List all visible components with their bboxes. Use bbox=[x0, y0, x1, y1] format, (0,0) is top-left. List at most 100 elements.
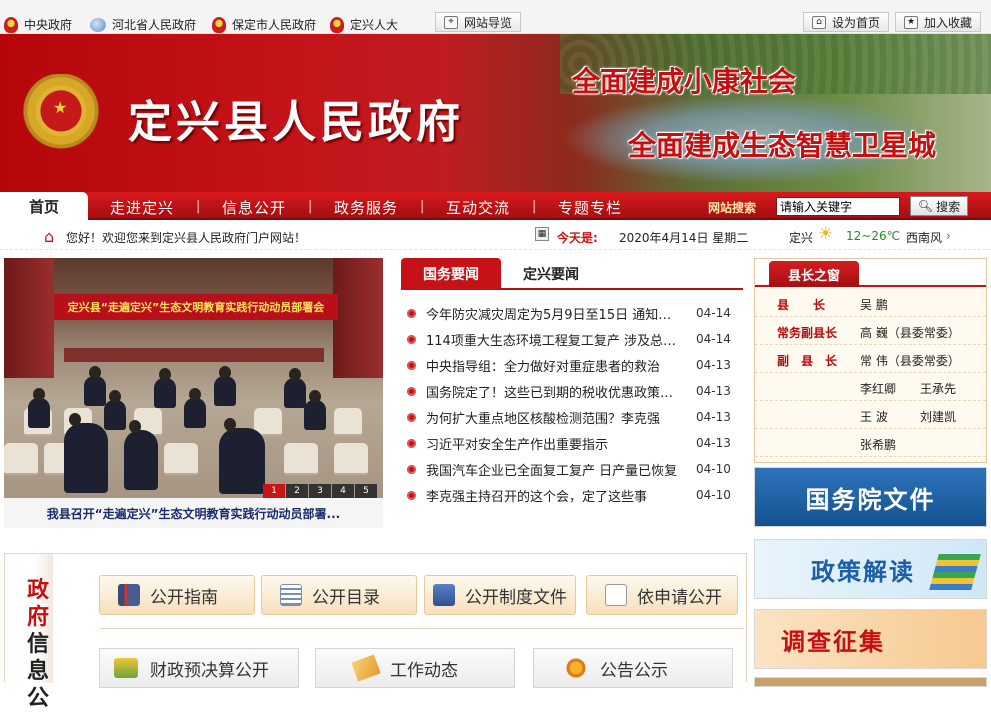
map-icon: ⌖ bbox=[444, 15, 458, 29]
news-item[interactable]: 中央指导组：全力做好对重症患者的救治 04-13 bbox=[401, 352, 743, 378]
leader-name[interactable]: 吴 鹏 bbox=[860, 296, 888, 313]
weather-wind: 西南风 bbox=[906, 231, 943, 245]
news-date: 04-13 bbox=[696, 410, 731, 424]
open-rules-button[interactable]: 公开制度文件 bbox=[424, 575, 576, 615]
open-catalog-button[interactable]: 公开目录 bbox=[261, 575, 417, 615]
bullet-icon bbox=[407, 334, 416, 344]
open-guide-button[interactable]: 公开指南 bbox=[99, 575, 255, 615]
site-map-button[interactable]: ⌖ 网站导览 bbox=[435, 12, 522, 32]
policy-interpretation-banner[interactable]: 政策解读 bbox=[754, 539, 987, 599]
leader-role: 常务副县长 bbox=[777, 326, 838, 340]
top-link-hebei-gov[interactable]: 河北省人民政府 bbox=[90, 16, 196, 33]
news-date: 04-10 bbox=[696, 488, 731, 502]
welcome-bar: ⌂ 您好！欢迎您来到定兴县人民政府门户网站！ ▦ 今天是: 2020年4月14日… bbox=[0, 222, 991, 250]
slide-page-5[interactable]: 5 bbox=[355, 484, 377, 498]
bookmark-icon: ★ bbox=[904, 15, 918, 29]
news-date: 04-13 bbox=[696, 384, 731, 398]
bullet-icon bbox=[407, 386, 416, 396]
home-icon: ⌂ bbox=[44, 227, 55, 246]
bullet-icon bbox=[407, 438, 416, 448]
search-button[interactable]: 🔍︎ 搜索 bbox=[910, 196, 968, 216]
leader-role: 县 长 bbox=[777, 298, 826, 312]
news-title[interactable]: 为何扩大重点地区核酸检测范围？李克强 bbox=[426, 408, 682, 427]
news-date: 04-13 bbox=[696, 358, 731, 372]
home-icon: ⌂ bbox=[812, 15, 826, 29]
nav-item-topics[interactable]: 专题专栏 bbox=[558, 197, 622, 218]
survey-banner[interactable]: 调查征集 bbox=[754, 609, 987, 669]
set-home-button[interactable]: ⌂ 设为首页 bbox=[803, 12, 890, 32]
weather-more-icon[interactable]: › bbox=[946, 229, 951, 243]
add-favorite-button[interactable]: ★ 加入收藏 bbox=[895, 12, 982, 32]
announcements-button[interactable]: 公告公示 bbox=[533, 648, 733, 688]
leader-name[interactable]: 王 波 bbox=[860, 408, 888, 425]
nav-item-info-open[interactable]: 信息公开 bbox=[222, 197, 286, 218]
news-item[interactable]: 今年防灾减灾周定为5月9日至15日 通知要求 04-14 bbox=[401, 300, 743, 326]
budget-disclosure-button[interactable]: 财政预决算公开 bbox=[99, 648, 299, 688]
state-council-docs-banner[interactable]: 国务院文件 bbox=[754, 467, 987, 527]
top-link-baoding-gov[interactable]: 保定市人民政府 bbox=[212, 16, 316, 33]
news-item[interactable]: 114项重大生态环境工程复工复产 涉及总投资 04-14 bbox=[401, 326, 743, 352]
main-nav: 首页 走进定兴 | 信息公开 | 政务服务 | 互动交流 | 专题专栏 网站搜索… bbox=[0, 192, 991, 220]
top-link-central-gov[interactable]: 中央政府 bbox=[4, 16, 72, 33]
leader-row: 王 波 刘建凯 bbox=[755, 401, 986, 429]
national-emblem-icon bbox=[330, 16, 344, 33]
welcome-text: 您好！欢迎您来到定兴县人民政府门户网站！ bbox=[66, 231, 307, 245]
weather-temp: 12~26℃ bbox=[846, 229, 901, 243]
slide-page-2[interactable]: 2 bbox=[286, 484, 308, 498]
leader-row: 张希鹏 bbox=[755, 429, 986, 457]
globe-icon bbox=[90, 17, 106, 32]
leader-name[interactable]: 王承先 bbox=[920, 380, 956, 397]
search-icon: 🔍︎ bbox=[917, 199, 934, 213]
news-title[interactable]: 今年防灾减灾周定为5月9日至15日 通知要求 bbox=[426, 304, 682, 323]
tab-dingxing-news[interactable]: 定兴要闻 bbox=[511, 258, 591, 290]
nav-item-services[interactable]: 政务服务 bbox=[334, 197, 398, 218]
slideshow-photo[interactable]: 定兴县“走遍定兴”生态文明教育实践行动动员部署会 bbox=[4, 258, 383, 498]
news-title[interactable]: 中央指导组：全力做好对重症患者的救治 bbox=[426, 356, 682, 375]
news-title[interactable]: 习近平对安全生产作出重要指示 bbox=[426, 434, 682, 453]
news-date: 04-13 bbox=[696, 436, 731, 450]
document-icon bbox=[280, 584, 302, 606]
search-label: 网站搜索 bbox=[708, 201, 757, 215]
news-item[interactable]: 我国汽车企业已全面复工复产 日产量已恢复 04-10 bbox=[401, 456, 743, 482]
apply-disclosure-button[interactable]: 依申请公开 bbox=[586, 575, 738, 615]
calendar-icon: ▦ bbox=[535, 227, 549, 241]
news-title[interactable]: 国务院定了！这些已到期的税收优惠政策延期 bbox=[426, 382, 682, 401]
top-link-dingxing-npc[interactable]: 定兴人大 bbox=[330, 16, 398, 33]
sun-icon: ☀ bbox=[818, 224, 834, 244]
tab-state-news[interactable]: 国务要闻 bbox=[401, 258, 501, 290]
news-title[interactable]: 我国汽车企业已全面复工复产 日产量已恢复 bbox=[426, 460, 682, 479]
slide-page-1[interactable]: 1 bbox=[263, 484, 285, 498]
search-input[interactable] bbox=[776, 197, 900, 216]
leader-name[interactable]: 高 巍（县委常委） bbox=[860, 324, 960, 341]
slideshow-caption[interactable]: 我县召开“走遍定兴”生态文明教育实践行动动员部署... bbox=[4, 498, 383, 528]
news-item[interactable]: 为何扩大重点地区核酸检测范围？李克强 04-13 bbox=[401, 404, 743, 430]
bullet-icon bbox=[407, 360, 416, 370]
national-emblem-icon bbox=[4, 16, 18, 33]
gov-info-section: 政 府 信 息 公 公开指南 公开目录 公开制度文件 依申请公开 财政预决算公开… bbox=[4, 553, 747, 711]
slide-page-3[interactable]: 3 bbox=[309, 484, 331, 498]
news-title[interactable]: 李克强主持召开的这个会，定了这些事 bbox=[426, 486, 682, 505]
leader-name[interactable]: 刘建凯 bbox=[920, 408, 956, 425]
today-label: 今天是: bbox=[557, 231, 598, 245]
leader-name[interactable]: 常 伟（县委常委） bbox=[860, 352, 960, 369]
news-item[interactable]: 习近平对安全生产作出重要指示 04-13 bbox=[401, 430, 743, 456]
gov-info-vertical-label: 政 府 信 息 公 bbox=[5, 554, 53, 711]
news-date: 04-10 bbox=[696, 462, 731, 476]
news-date: 04-14 bbox=[696, 306, 731, 320]
slideshow-pager: 1 2 3 4 5 bbox=[262, 484, 377, 498]
news-item[interactable]: 李克强主持召开的这个会，定了这些事 04-10 bbox=[401, 482, 743, 508]
edit-icon bbox=[605, 584, 627, 606]
news-item[interactable]: 国务院定了！这些已到期的税收优惠政策延期 04-13 bbox=[401, 378, 743, 404]
slide-page-4[interactable]: 4 bbox=[332, 484, 354, 498]
nav-item-interaction[interactable]: 互动交流 bbox=[446, 197, 510, 218]
photo-slideshow[interactable]: 定兴县“走遍定兴”生态文明教育实践行动动员部署会 1 2 3 4 5 我县召开“… bbox=[4, 258, 383, 528]
leader-row: 李红卿 王承先 bbox=[755, 373, 986, 401]
bullet-icon bbox=[407, 464, 416, 474]
nav-home[interactable]: 首页 bbox=[0, 192, 88, 220]
national-emblem-logo: ★ bbox=[22, 74, 100, 156]
work-news-button[interactable]: 工作动态 bbox=[315, 648, 515, 688]
news-title[interactable]: 114项重大生态环境工程复工复产 涉及总投资 bbox=[426, 330, 682, 349]
leader-name[interactable]: 李红卿 bbox=[860, 380, 896, 397]
leader-name[interactable]: 张希鹏 bbox=[860, 436, 896, 453]
nav-item-about[interactable]: 走进定兴 bbox=[110, 197, 174, 218]
